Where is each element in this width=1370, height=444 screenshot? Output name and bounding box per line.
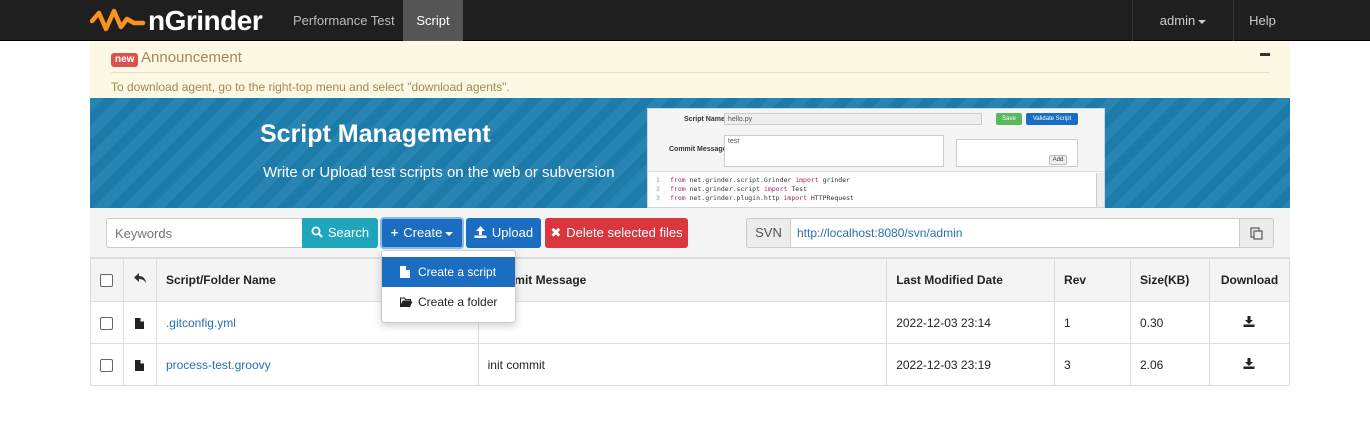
copy-icon bbox=[1250, 227, 1263, 240]
preview-script-name-label: Script Name bbox=[684, 116, 725, 123]
logo-text: nGrinder bbox=[148, 5, 263, 36]
upload-icon bbox=[474, 218, 487, 248]
select-all-checkbox[interactable] bbox=[100, 274, 114, 288]
banner-subtitle: Write or Upload test scripts on the web … bbox=[263, 164, 615, 181]
upload-button[interactable]: Upload bbox=[466, 218, 541, 248]
table-row: process-test.groovy init commit 2022-12-… bbox=[90, 343, 1291, 386]
create-folder-menu-item[interactable]: Create a folder bbox=[382, 287, 515, 317]
row-checkbox[interactable] bbox=[100, 358, 114, 372]
new-badge: new bbox=[111, 53, 139, 67]
help-link[interactable]: Help bbox=[1233, 0, 1291, 41]
editor-preview-image: Script Name hello.py Save Validate Scrip… bbox=[647, 108, 1105, 208]
search-button-label: Search bbox=[327, 225, 370, 240]
select-all-cell bbox=[90, 258, 124, 302]
row-commit-cell: init commit bbox=[477, 343, 888, 386]
preview-commit-label: Commit Message bbox=[669, 146, 727, 153]
file-icon bbox=[400, 258, 414, 288]
download-icon[interactable] bbox=[1243, 357, 1255, 369]
announcement-divider bbox=[111, 72, 1270, 73]
banner-title: Script Management bbox=[260, 120, 491, 148]
svn-url-field[interactable]: http://localhost:8080/svn/admin bbox=[790, 218, 1240, 248]
code-line: 2 from net.grinder.script import Test bbox=[656, 185, 807, 193]
row-commit-cell bbox=[477, 301, 888, 344]
row-rev-cell: 3 bbox=[1054, 343, 1131, 386]
user-menu-label: admin bbox=[1159, 13, 1196, 28]
create-folder-label: Create a folder bbox=[418, 295, 498, 309]
header-commit: Commit Message bbox=[477, 258, 888, 302]
script-table: Script/Folder Name Commit Message Last M… bbox=[90, 258, 1291, 386]
row-type-cell bbox=[122, 343, 157, 386]
row-download-cell bbox=[1208, 301, 1291, 344]
preview-save-button: Save bbox=[996, 113, 1022, 125]
row-size-cell: 2.06 bbox=[1130, 343, 1210, 386]
download-icon[interactable] bbox=[1243, 315, 1255, 327]
create-script-menu-item[interactable]: Create a script bbox=[382, 257, 515, 287]
create-button-label: Create bbox=[403, 225, 443, 240]
announcement-text: To download agent, go to the right-top m… bbox=[111, 80, 510, 94]
search-icon bbox=[311, 218, 323, 248]
create-dropdown-button[interactable]: + Create bbox=[380, 217, 464, 249]
upload-button-label: Upload bbox=[491, 225, 534, 240]
script-toolbar: Search + Create Upload ✖ Delete selected f… bbox=[90, 208, 1290, 258]
header-rev: Rev bbox=[1054, 258, 1131, 302]
delete-button-label: Delete selected files bbox=[566, 225, 683, 240]
ngrinder-logo[interactable]: nGrinder bbox=[90, 5, 263, 36]
announcement-panel: new Announcement To download agent, go t… bbox=[90, 41, 1290, 98]
create-script-label: Create a script bbox=[418, 265, 497, 279]
preview-validate-button: Validate Script bbox=[1026, 113, 1078, 125]
script-name-link[interactable]: process-test.groovy bbox=[166, 358, 271, 372]
preview-scrollbar bbox=[1096, 173, 1104, 207]
code-line: 3 from net.grinder.plugin.http import HTT… bbox=[656, 194, 854, 202]
row-rev-cell: 1 bbox=[1054, 301, 1131, 344]
row-name-cell: process-test.groovy bbox=[155, 343, 479, 386]
back-cell bbox=[122, 258, 157, 302]
script-name-link[interactable]: .gitconfig.yml bbox=[166, 316, 236, 330]
table-header-row: Script/Folder Name Commit Message Last M… bbox=[90, 258, 1291, 302]
row-size-cell: 0.30 bbox=[1130, 301, 1210, 344]
folder-open-icon bbox=[399, 288, 414, 318]
row-checkbox[interactable] bbox=[100, 316, 114, 330]
caret-down-icon bbox=[445, 231, 454, 236]
code-line: 1 from net.grinder.script.Grinder import … bbox=[656, 176, 851, 184]
header-size[interactable]: Size(KB) bbox=[1130, 258, 1210, 302]
plus-icon: + bbox=[390, 225, 399, 240]
preview-add-button: Add bbox=[1049, 155, 1067, 165]
delete-selected-button[interactable]: ✖ Delete selected files bbox=[545, 218, 688, 248]
logo-wave-icon bbox=[90, 8, 146, 32]
preview-script-name-input: hello.py bbox=[724, 113, 982, 125]
reply-icon[interactable] bbox=[133, 273, 146, 284]
row-modified-cell: 2022-12-03 23:14 bbox=[886, 301, 1056, 344]
announcement-title: Announcement bbox=[141, 49, 242, 66]
svn-label: SVN bbox=[746, 218, 791, 248]
caret-down-icon bbox=[1198, 19, 1207, 24]
row-select-cell bbox=[90, 343, 124, 386]
collapse-icon[interactable] bbox=[1260, 53, 1270, 56]
nav-script[interactable]: Script bbox=[403, 0, 463, 41]
row-type-cell bbox=[122, 301, 157, 344]
top-navbar: nGrinder Performance Test Script admin H… bbox=[0, 0, 1370, 41]
row-download-cell bbox=[1208, 343, 1291, 386]
script-management-banner: Script Management Write or Upload test s… bbox=[90, 98, 1290, 208]
keyword-search-input[interactable] bbox=[106, 218, 303, 248]
preview-commit-input: test bbox=[724, 135, 944, 167]
row-modified-cell: 2022-12-03 23:19 bbox=[886, 343, 1056, 386]
file-icon bbox=[135, 317, 145, 329]
table-row: .gitconfig.yml 2022-12-03 23:14 1 0.30 bbox=[90, 301, 1291, 344]
nav-performance-test[interactable]: Performance Test bbox=[282, 0, 406, 41]
row-select-cell bbox=[90, 301, 124, 344]
copy-url-button[interactable] bbox=[1239, 218, 1274, 248]
file-icon bbox=[135, 359, 145, 371]
user-menu[interactable]: admin bbox=[1132, 0, 1233, 41]
preview-code: 1 from net.grinder.script.Grinder import … bbox=[648, 173, 1104, 203]
close-icon: ✖ bbox=[550, 225, 562, 240]
preview-header: Script Name hello.py Save Validate Scrip… bbox=[648, 109, 1104, 172]
header-modified[interactable]: Last Modified Date bbox=[886, 258, 1056, 302]
search-button[interactable]: Search bbox=[302, 218, 378, 248]
header-download: Download bbox=[1208, 258, 1291, 302]
create-dropdown-menu: Create a script Create a folder bbox=[381, 250, 516, 323]
